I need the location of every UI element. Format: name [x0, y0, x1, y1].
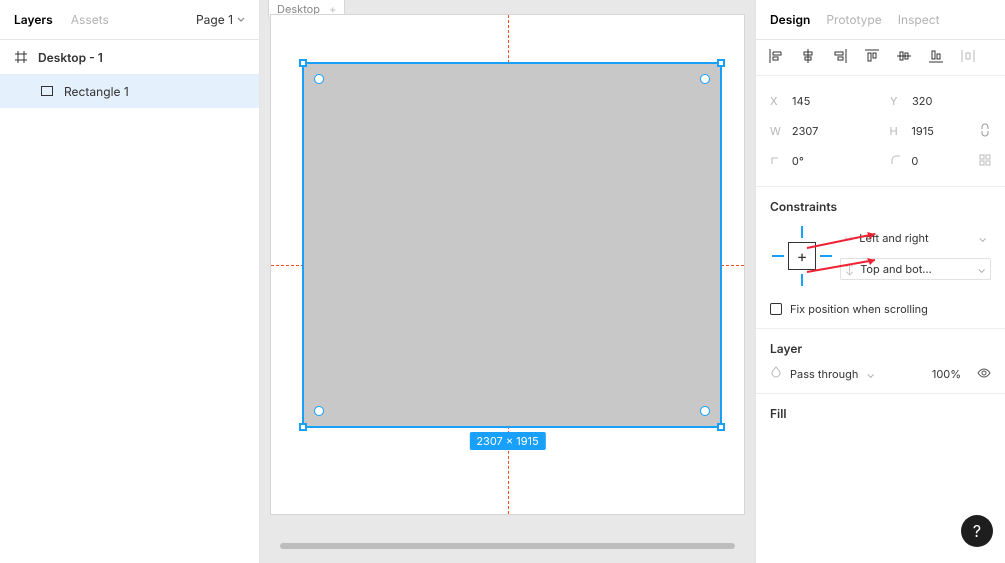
constraint-bottom-bar[interactable]	[801, 274, 803, 286]
fill-section: Fill	[756, 394, 1005, 443]
align-tools	[756, 40, 1005, 76]
chevron-down-icon: ⌄	[977, 262, 986, 276]
tab-design[interactable]: Design	[770, 12, 810, 27]
fix-position-checkbox[interactable]	[770, 303, 782, 315]
horizontal-constraint-icon: ⇿	[844, 231, 853, 245]
vertical-constraint-label: Top and bot…	[860, 262, 932, 276]
fix-position-label: Fix position when scrolling	[790, 302, 928, 316]
y-input[interactable]: 320	[912, 94, 972, 108]
vertical-constraint-select[interactable]: ↕ Top and bot… ⌄	[840, 258, 991, 280]
horizontal-constraint-label: Left and right	[859, 231, 928, 245]
w-label: W	[770, 124, 784, 138]
resize-handle-tr[interactable]	[717, 59, 725, 67]
align-vcenter-icon[interactable]	[896, 48, 912, 67]
left-panel-header: Layers Assets Page 1	[0, 0, 259, 40]
tab-prototype[interactable]: Prototype	[826, 12, 881, 27]
h-label: H	[890, 124, 904, 138]
h-input[interactable]: 1915	[911, 124, 971, 138]
align-top-icon[interactable]	[864, 48, 880, 67]
page-selector[interactable]: Page 1	[196, 12, 245, 27]
layer-row-frame[interactable]: Desktop - 1	[0, 40, 259, 74]
right-panel: Design Prototype Inspect X 145 Y 320 W 2…	[755, 0, 1005, 563]
rectangle-icon	[40, 84, 54, 98]
geometry-section: X 145 Y 320 W 2307 H 1915 0°	[756, 76, 1005, 187]
selection-dimensions-badge: 2307 × 1915	[469, 432, 545, 450]
opacity-input[interactable]: 100%	[932, 367, 961, 381]
distribute-icon[interactable]	[960, 48, 976, 67]
rotation-icon	[770, 154, 784, 169]
align-left-icon[interactable]	[768, 48, 784, 67]
page-selector-label: Page 1	[196, 12, 233, 27]
constraint-widget[interactable]: +	[770, 224, 834, 288]
horizontal-scrollbar[interactable]	[280, 543, 735, 549]
right-panel-header: Design Prototype Inspect	[756, 0, 1005, 40]
constraint-center-icon: +	[788, 242, 816, 270]
align-hcenter-icon[interactable]	[800, 48, 816, 67]
tab-inspect[interactable]: Inspect	[898, 12, 940, 27]
layer-section-title: Layer	[770, 341, 991, 356]
resize-handle-tl[interactable]	[299, 59, 307, 67]
resize-handle-br[interactable]	[717, 423, 725, 431]
fix-position-row[interactable]: Fix position when scrolling	[770, 302, 991, 316]
rectangle-name: Rectangle 1	[64, 84, 129, 99]
constraints-section: Constraints + ⇿ Left and right ⌄	[756, 187, 1005, 329]
x-input[interactable]: 145	[792, 94, 852, 108]
left-panel: Layers Assets Page 1 Desktop - 1 Rectang…	[0, 0, 260, 563]
fill-section-title: Fill	[770, 406, 991, 421]
blend-mode-select[interactable]: Pass through	[790, 367, 858, 381]
chevron-down-icon: ⌄	[978, 231, 987, 245]
layer-row-rectangle[interactable]: Rectangle 1	[0, 74, 259, 108]
align-right-icon[interactable]	[832, 48, 848, 67]
corner-radius-icon	[890, 154, 904, 169]
constraint-left-bar[interactable]	[772, 255, 784, 257]
tab-layers[interactable]: Layers	[14, 12, 53, 27]
visibility-icon[interactable]	[977, 367, 991, 381]
help-button[interactable]: ?	[961, 515, 993, 547]
rotation-input[interactable]: 0°	[792, 154, 852, 168]
corner-radius-handle-tl[interactable]	[314, 74, 324, 84]
y-label: Y	[890, 94, 904, 108]
independent-corners-icon[interactable]	[979, 154, 991, 169]
canvas[interactable]: Desktop + 2307 × 1915	[260, 0, 755, 563]
selected-rectangle[interactable]	[302, 62, 722, 428]
frame-name: Desktop - 1	[38, 50, 103, 65]
corner-radius-handle-br[interactable]	[700, 406, 710, 416]
frame-icon	[14, 50, 28, 64]
constraint-top-bar[interactable]	[801, 226, 803, 238]
w-input[interactable]: 2307	[792, 124, 852, 138]
corner-radius-handle-tr[interactable]	[700, 74, 710, 84]
lock-aspect-icon[interactable]	[979, 123, 991, 140]
align-bottom-icon[interactable]	[928, 48, 944, 67]
layer-section: Layer Pass through ⌄ 100%	[756, 329, 1005, 394]
chevron-down-icon: ⌄	[866, 367, 875, 381]
horizontal-constraint-select[interactable]: ⇿ Left and right ⌄	[840, 228, 991, 248]
blend-mode-icon	[770, 366, 782, 381]
corner-radius-handle-bl[interactable]	[314, 406, 324, 416]
corner-radius-input[interactable]: 0	[911, 154, 971, 168]
chevron-down-icon	[237, 16, 245, 24]
vertical-constraint-icon: ↕	[845, 262, 854, 276]
resize-handle-bl[interactable]	[299, 423, 307, 431]
x-label: X	[770, 94, 784, 108]
constraint-right-bar[interactable]	[820, 255, 832, 257]
constraints-title: Constraints	[770, 199, 991, 214]
tab-assets[interactable]: Assets	[71, 12, 109, 27]
